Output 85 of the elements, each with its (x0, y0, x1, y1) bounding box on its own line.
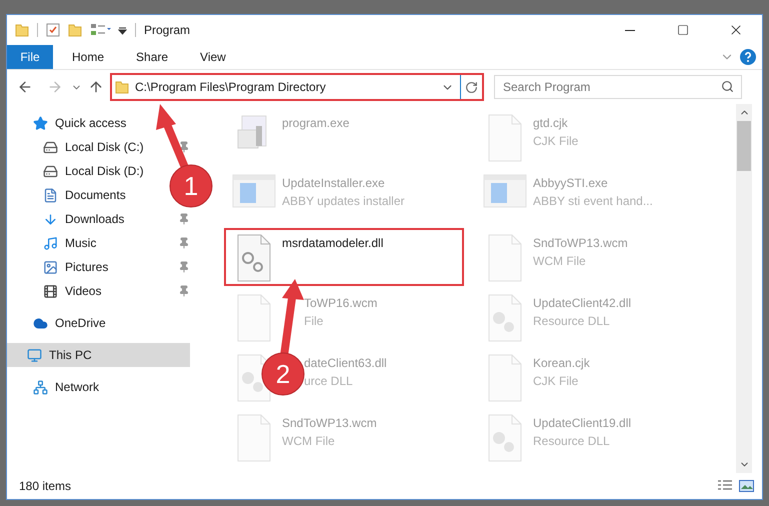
sidebar-item[interactable]: Pictures (37, 255, 112, 279)
file-name: Korean.cjk (533, 355, 590, 372)
file-name: dateClient63.dll (304, 355, 387, 372)
sidebar-item[interactable]: This PC (7, 343, 190, 367)
document-icon (43, 188, 58, 202)
file-name: AbbyySTI.exe (533, 175, 609, 192)
address-path: C:\Program Files\Program Directory (135, 79, 327, 96)
sidebar-item[interactable]: Local Disk (C:) (37, 135, 148, 159)
file-name: program.exe (282, 115, 350, 132)
window-title: Program (144, 22, 190, 39)
file-type: CJK File (533, 133, 578, 150)
maximize-icon (676, 24, 688, 36)
step-badge: 2 (262, 352, 304, 396)
checklist-icon[interactable] (46, 23, 60, 37)
step-badge: 1 (170, 164, 212, 208)
search-icon (721, 80, 734, 93)
document-icon (236, 294, 272, 342)
drive-icon (43, 164, 58, 178)
film-icon (43, 284, 58, 298)
file-type: CJK File (533, 373, 580, 390)
monitor-icon (27, 348, 42, 362)
pin-icon[interactable] (178, 141, 190, 153)
document-icon (236, 414, 272, 462)
sidebar-item[interactable]: Network (27, 375, 104, 399)
file-type: WCM File (282, 433, 336, 450)
address-field[interactable]: C:\Program Files\Program Directory (110, 73, 484, 101)
window-icon (232, 174, 276, 208)
ribbon-tab[interactable]: Share (123, 45, 182, 69)
gear-document-icon (487, 294, 523, 342)
document-icon (487, 234, 523, 282)
window-icon (483, 174, 527, 208)
gear-document-icon (236, 234, 272, 282)
file-type: File (304, 313, 324, 330)
folder-icon[interactable] (68, 23, 82, 37)
star-icon (33, 116, 48, 130)
file-name: gtd.cjk (533, 115, 569, 132)
file-type: ABBY updates installer (282, 193, 405, 210)
pin-icon[interactable] (178, 237, 190, 249)
folder-icon[interactable] (15, 23, 29, 37)
gear-document-icon (487, 414, 523, 462)
sidebar-item[interactable]: Quick access (27, 111, 130, 135)
network-icon (33, 380, 48, 394)
sidebar-item[interactable]: Videos (37, 279, 106, 303)
pin-icon[interactable] (178, 213, 190, 225)
file-name: UpdateInstaller.exe (282, 175, 386, 192)
file-type: Resource DLL (533, 313, 611, 330)
sidebar-item[interactable]: Documents (37, 183, 130, 207)
refresh-icon[interactable] (465, 80, 478, 94)
document-icon (487, 354, 523, 402)
music-icon (43, 236, 58, 250)
file-type: urce DLL (304, 373, 354, 390)
properties-icon[interactable] (90, 23, 112, 37)
picture-icon (43, 260, 58, 274)
download-icon (43, 212, 58, 226)
item-count: 180 items (19, 478, 72, 495)
folder-icon (115, 80, 129, 94)
ribbon-tab[interactable]: View (187, 45, 239, 69)
drive-icon (43, 140, 58, 154)
file-name: UpdateClient19.dll (533, 415, 632, 432)
cloud-icon (33, 316, 48, 330)
help-icon[interactable] (740, 49, 756, 65)
dropdown-icon[interactable] (118, 26, 127, 34)
ribbon-tab[interactable]: Home (59, 45, 118, 69)
back-button[interactable] (17, 79, 33, 95)
file-tab[interactable]: File (7, 45, 53, 69)
file-type: WCM File (533, 253, 587, 270)
pin-icon[interactable] (178, 261, 190, 273)
file-name: UpdateClient42.dll (533, 295, 632, 312)
sidebar-item[interactable]: Local Disk (D:) (37, 159, 148, 183)
file-name: SndToWP13.wcm (533, 235, 628, 252)
document-icon (487, 114, 523, 162)
file-name: ToWP16.wcm (304, 295, 378, 312)
sidebar-item[interactable]: Music (37, 231, 100, 255)
sidebar-item[interactable]: OneDrive (27, 311, 110, 335)
pin-icon[interactable] (178, 285, 190, 297)
large-icons-view-icon[interactable] (739, 480, 754, 492)
file-name: SndToWP13.wcm (282, 415, 377, 432)
search-field[interactable]: Search Program (494, 75, 742, 99)
sidebar-item[interactable]: Downloads (37, 207, 128, 231)
scroll-thumb[interactable] (737, 121, 751, 171)
file-type: ABBY sti event hand... (533, 193, 653, 210)
up-button[interactable] (88, 79, 104, 95)
scrollbar[interactable] (736, 104, 752, 473)
file-name: msrdatamodeler.dll (282, 235, 384, 252)
file-type: Resource DLL (533, 433, 611, 450)
